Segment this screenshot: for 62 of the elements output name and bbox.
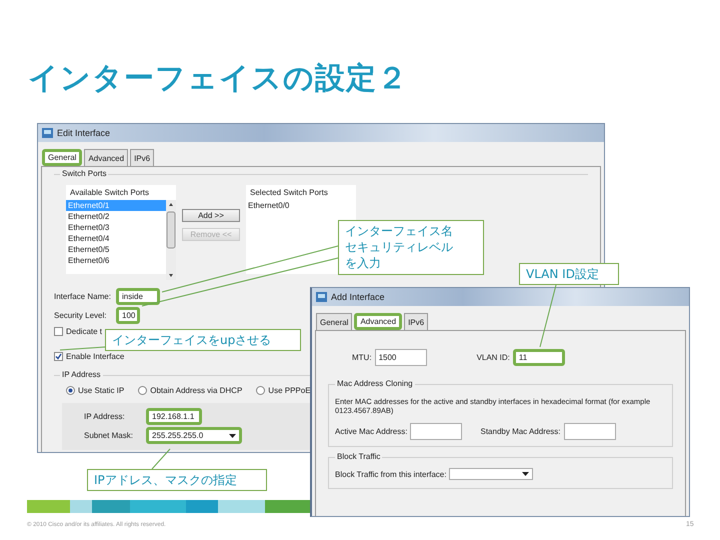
- app-icon: [316, 292, 327, 302]
- dropdown[interactable]: [449, 468, 534, 480]
- list-item[interactable]: Ethernet0/0: [246, 200, 356, 211]
- group-label: Block Traffic: [335, 452, 382, 461]
- input-field[interactable]: 192.168.1.1: [146, 408, 202, 425]
- tab[interactable]: General: [42, 149, 82, 166]
- input-field[interactable]: 100: [116, 307, 140, 324]
- slide-title: インターフェイスの設定２: [28, 60, 408, 98]
- add-button[interactable]: Add >>: [182, 209, 240, 222]
- group-label: IP Address: [60, 370, 103, 379]
- callout-text: VLAN ID設定: [519, 263, 619, 285]
- leader-line: [152, 448, 170, 470]
- input-field[interactable]: inside: [116, 288, 160, 305]
- input-field[interactable]: [564, 423, 616, 440]
- tab[interactable]: General: [316, 313, 352, 330]
- list-item[interactable]: Ethernet0/2: [66, 211, 166, 222]
- radio-button[interactable]: [256, 386, 266, 395]
- caret-icon: [229, 434, 236, 438]
- checkbox[interactable]: [54, 327, 63, 336]
- caret-icon: [522, 472, 530, 476]
- field-label: Block Traffic from this interface:: [335, 470, 446, 478]
- field-label: Interface Name:: [54, 292, 112, 301]
- callout-text: インターフェイス名 セキュリティレベル を入力: [338, 220, 484, 275]
- field-label: Active Mac Address:: [335, 427, 408, 436]
- input-field[interactable]: [410, 423, 462, 440]
- radio-button[interactable]: [138, 386, 148, 395]
- color-stripe: [265, 500, 310, 513]
- window-title: Add Interface: [331, 292, 385, 302]
- radio-label: Use Static IP: [78, 386, 124, 395]
- list-item[interactable]: Ethernet0/3: [66, 222, 166, 233]
- field-label: Standby Mac Address:: [480, 427, 561, 436]
- dropdown[interactable]: 255.255.255.0: [146, 427, 242, 444]
- leader-line: [540, 284, 556, 348]
- field-label: MTU:: [352, 353, 372, 362]
- list-header: Selected Switch Ports: [246, 185, 356, 200]
- list-header: Available Switch Ports: [66, 185, 176, 200]
- tab[interactable]: IPv6: [404, 313, 428, 330]
- app-icon: [42, 128, 53, 138]
- tab[interactable]: Advanced: [354, 313, 402, 330]
- group-label: Switch Ports: [60, 169, 108, 178]
- checkbox-label: Dedicate t: [66, 327, 102, 336]
- leader-line: [60, 346, 106, 350]
- window-title: Edit Interface: [57, 128, 110, 138]
- field-label: Security Level:: [54, 311, 108, 320]
- radio-label: Use PPPoE: [268, 386, 311, 395]
- tab[interactable]: IPv6: [130, 149, 154, 166]
- list-item[interactable]: Ethernet0/5: [66, 244, 166, 255]
- radio-button[interactable]: [66, 386, 75, 395]
- list-item[interactable]: Ethernet0/6: [66, 255, 166, 266]
- checkbox-label: Enable Interface: [66, 352, 124, 361]
- field-label: Subnet Mask:: [84, 431, 134, 440]
- input-field[interactable]: 11: [512, 349, 565, 366]
- checkbox[interactable]: [54, 352, 63, 361]
- callout-text: インターフェイスをupさせる: [105, 329, 301, 351]
- field-label: VLAN ID:: [476, 353, 510, 362]
- list-item[interactable]: Ethernet0/4: [66, 233, 166, 244]
- field-label: IP Address:: [84, 412, 126, 421]
- radio-label: Obtain Address via DHCP: [150, 386, 242, 395]
- group-label: Mac Address Cloning: [335, 379, 415, 388]
- input-field[interactable]: 1500: [374, 349, 427, 366]
- tab[interactable]: Advanced: [84, 149, 128, 166]
- callout-text: IPアドレス、マスクの指定: [87, 469, 267, 491]
